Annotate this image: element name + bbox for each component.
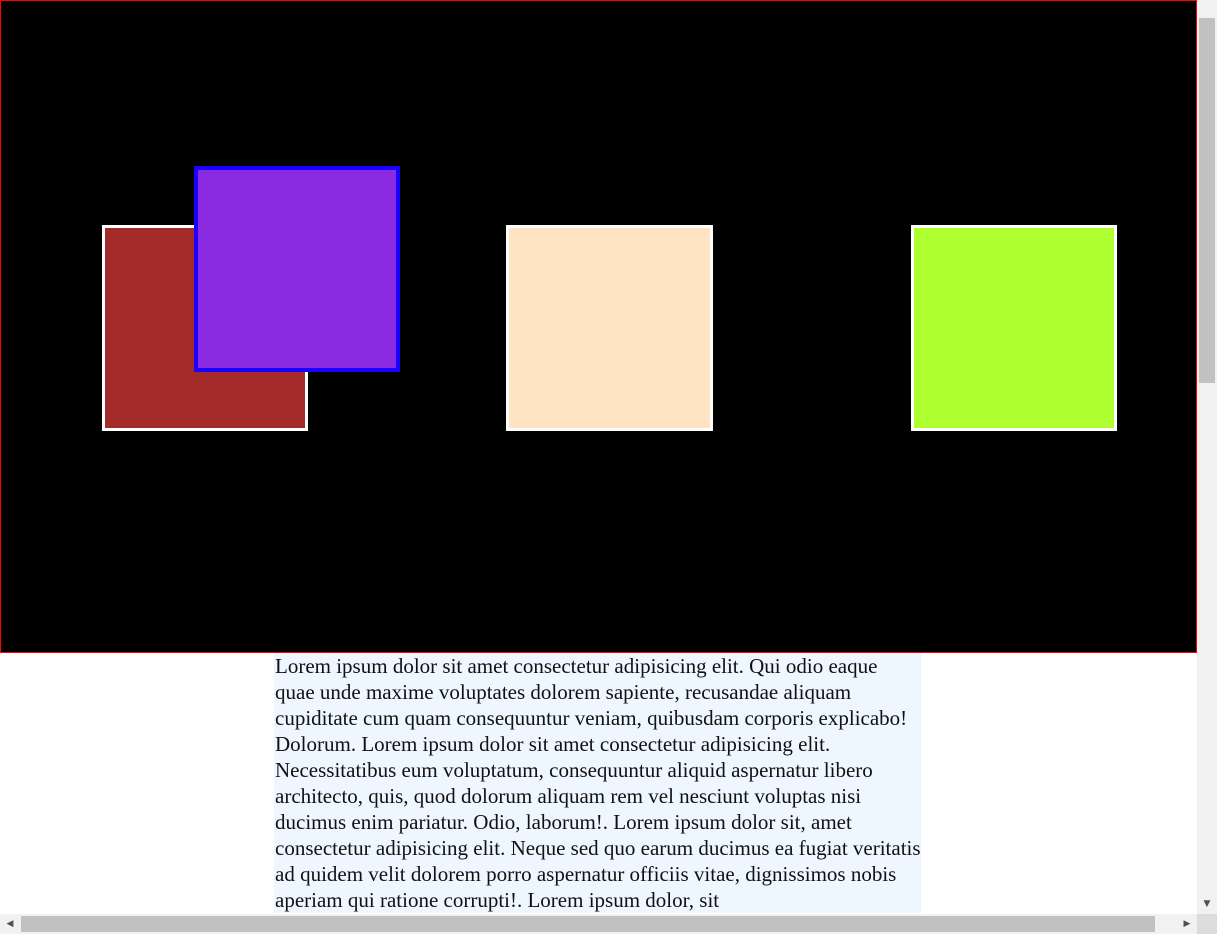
peach-square: [506, 225, 713, 431]
horizontal-scroll-thumb[interactable]: [21, 916, 1155, 932]
black-stage: [0, 0, 1197, 653]
scroll-down-arrow-icon[interactable]: ▼: [1197, 896, 1217, 912]
page-viewport: Lorem ipsum dolor sit amet consectetur a…: [0, 0, 1197, 914]
purple-square: [194, 166, 400, 372]
lime-square: [911, 225, 1117, 431]
vertical-scrollbar[interactable]: ▼: [1197, 0, 1217, 914]
scroll-right-arrow-icon[interactable]: ▶: [1179, 914, 1195, 934]
scroll-left-arrow-icon[interactable]: ◀: [2, 914, 18, 934]
lorem-paragraph: Lorem ipsum dolor sit amet consectetur a…: [274, 653, 921, 913]
vertical-scroll-thumb[interactable]: [1199, 18, 1215, 383]
horizontal-scrollbar[interactable]: ◀ ▶: [0, 914, 1197, 934]
scrollbar-corner: [1197, 914, 1217, 934]
